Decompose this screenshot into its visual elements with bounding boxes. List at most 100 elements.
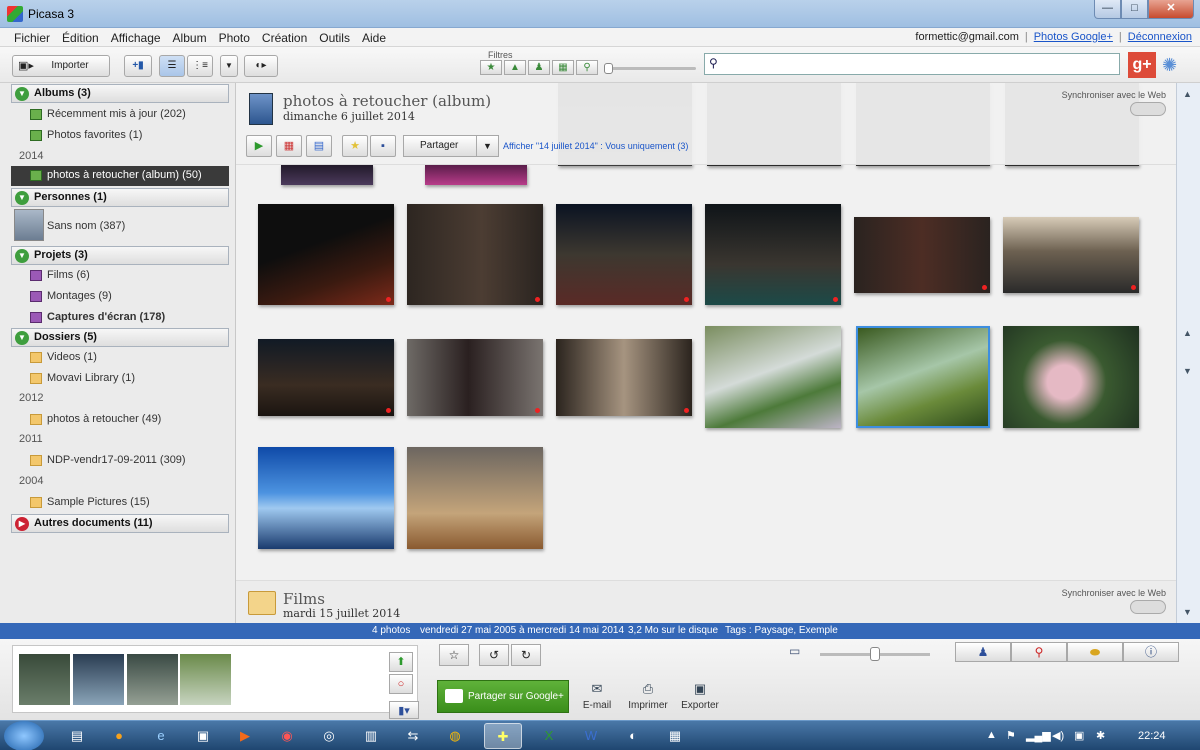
scroll-down-icon[interactable]: ▼ <box>1183 366 1192 376</box>
photos-google-link[interactable]: Photos Google+ <box>1034 31 1113 43</box>
projects-section-header[interactable]: ▼ Projets (3) <box>11 246 229 265</box>
albums-section-header[interactable]: ▼ Albums (3) <box>11 84 229 103</box>
star-button[interactable]: ☆ <box>439 644 469 666</box>
upload-filter-icon[interactable]: ▲ <box>504 60 526 75</box>
photo-thumbnail[interactable] <box>556 204 692 305</box>
movie-button[interactable]: ▤ <box>306 135 332 157</box>
tags-panel-button[interactable]: ⬬ <box>1067 642 1123 662</box>
slider-knob[interactable] <box>604 63 613 74</box>
app-taskbar-icon[interactable]: ◉ <box>268 723 306 749</box>
star-button[interactable]: ★ <box>342 135 368 157</box>
sidebar-item-films[interactable]: Films (6) <box>30 269 90 281</box>
photo-thumbnail[interactable] <box>258 204 394 305</box>
scroll-up-icon[interactable]: ▲ <box>1183 89 1192 99</box>
rotate-right-button[interactable]: ↻ <box>511 644 541 666</box>
menu-item-7[interactable]: Aide <box>356 31 392 45</box>
excel-taskbar-icon[interactable]: X <box>530 723 568 749</box>
sidebar-item-selected-album[interactable]: photos à retoucher (album) (50) <box>11 166 229 186</box>
tray-thumbnail[interactable] <box>19 654 70 705</box>
app-taskbar-icon[interactable]: ▣ <box>184 723 222 749</box>
collage-button[interactable]: ▦ <box>276 135 302 157</box>
photo-thumbnail[interactable] <box>258 447 394 549</box>
photo-thumbnail[interactable] <box>258 339 394 416</box>
menu-item-2[interactable]: Affichage <box>105 31 167 45</box>
people-section-header[interactable]: ▼ Personnes (1) <box>11 188 229 207</box>
picasa-taskbar-icon[interactable]: ✚ <box>484 723 522 749</box>
album-title[interactable]: photos à retoucher (album) <box>283 92 491 110</box>
explorer-taskbar-icon[interactable]: ▤ <box>58 723 96 749</box>
menu-item-5[interactable]: Création <box>256 31 313 45</box>
photo-thumbnail-selected[interactable] <box>856 326 990 428</box>
start-button[interactable] <box>4 721 44 750</box>
sidebar-item-photos-retoucher[interactable]: photos à retoucher (49) <box>30 413 161 425</box>
menu-item-3[interactable]: Album <box>167 31 213 45</box>
maximize-button[interactable]: □ <box>1121 0 1148 19</box>
rotate-left-button[interactable]: ↺ <box>479 644 509 666</box>
sidebar-item-videos[interactable]: Videos (1) <box>30 351 97 363</box>
people-filter-icon[interactable]: ♟ <box>528 60 550 75</box>
email-button[interactable]: ✉ E-mail <box>572 681 622 711</box>
scroll-down-icon[interactable]: ▼ <box>1183 607 1192 617</box>
add-to-album-button[interactable]: +▮ <box>124 55 152 77</box>
google-plus-icon[interactable]: g+ <box>1128 52 1156 78</box>
people-panel-button[interactable]: ♟ <box>955 642 1011 662</box>
thumbnail-size-slider[interactable] <box>820 647 930 661</box>
main-scrollbar[interactable]: ▲ ▲ ▼ ▼ <box>1176 83 1200 623</box>
tray-thumbnail[interactable] <box>180 654 231 705</box>
photo-thumbnail[interactable] <box>407 447 543 549</box>
media-taskbar-icon[interactable]: ▶ <box>226 723 264 749</box>
menu-item-1[interactable]: Édition <box>56 31 105 45</box>
places-panel-button[interactable]: ⚲ <box>1011 642 1067 662</box>
ie-taskbar-icon[interactable]: e <box>142 723 180 749</box>
app-taskbar-icon[interactable]: ⇆ <box>394 723 432 749</box>
video-filter-icon[interactable]: ▦ <box>552 60 574 75</box>
sidebar-item-sans-nom[interactable]: Sans nom (387) <box>30 220 125 232</box>
sidebar-item-sample-pictures[interactable]: Sample Pictures (15) <box>30 496 150 508</box>
sidebar-item-captures[interactable]: Captures d'écran (178) <box>30 311 165 323</box>
slider-knob[interactable] <box>870 647 880 661</box>
photo-thumbnail[interactable] <box>556 339 692 416</box>
taskbar-clock[interactable]: 22:24 <box>1138 730 1166 742</box>
photo-thumbnail[interactable] <box>281 165 373 185</box>
hold-button[interactable]: ⬆ <box>389 652 413 672</box>
app-taskbar-icon[interactable]: ▥ <box>352 723 390 749</box>
menu-item-0[interactable]: Fichier <box>8 31 56 45</box>
show-hidden-icons-icon[interactable]: ▲ <box>986 729 997 741</box>
scroll-up-icon[interactable]: ▲ <box>1183 328 1192 338</box>
photo-thumbnail[interactable] <box>705 326 841 428</box>
sync-toggle[interactable] <box>1130 102 1166 116</box>
app-taskbar-icon[interactable]: ▦ <box>656 723 694 749</box>
slideshow-button[interactable]: ▶ <box>246 135 272 157</box>
save-button[interactable]: ▪ <box>370 135 396 157</box>
list-view-button[interactable]: ☰ <box>159 55 185 77</box>
view-dropdown-button[interactable]: ▼ <box>220 55 238 77</box>
logout-link[interactable]: Déconnexion <box>1128 31 1192 43</box>
app-taskbar-icon[interactable]: ◎ <box>310 723 348 749</box>
device-icon[interactable]: ▣ <box>1074 729 1084 742</box>
sidebar-item-movavi[interactable]: Movavi Library (1) <box>30 372 135 384</box>
info-panel-button[interactable]: ⓘ <box>1123 642 1179 662</box>
photo-thumbnail[interactable] <box>854 217 990 293</box>
flag-icon[interactable]: ⚑ <box>1006 729 1016 742</box>
photo-thumbnail[interactable] <box>705 204 841 305</box>
bluetooth-icon[interactable]: ✱ <box>1096 729 1105 742</box>
search-input[interactable] <box>725 56 1115 72</box>
menu-item-4[interactable]: Photo <box>213 31 256 45</box>
chrome-taskbar-icon[interactable]: ◍ <box>436 723 474 749</box>
films-title[interactable]: Films <box>283 590 325 608</box>
date-filter-slider[interactable] <box>604 63 696 74</box>
photo-thumbnail[interactable] <box>407 339 543 416</box>
sync-toggle[interactable] <box>1130 600 1166 614</box>
export-button[interactable]: ▣ Exporter <box>675 681 725 711</box>
clear-button[interactable]: ○ <box>389 674 413 694</box>
others-section-header[interactable]: ▶ Autres documents (11) <box>11 514 229 533</box>
sidebar-item-favorites[interactable]: Photos favorites (1) <box>30 129 142 141</box>
menu-item-6[interactable]: Outils <box>313 31 356 45</box>
star-filter-icon[interactable]: ★ <box>480 60 502 75</box>
sidebar-item-recent[interactable]: Récemment mis à jour (202) <box>30 108 186 120</box>
share-button[interactable]: Partager ▼ <box>403 135 499 157</box>
network-icon[interactable]: ▂▄▆ <box>1026 729 1051 742</box>
close-button[interactable]: ✕ <box>1148 0 1194 19</box>
photo-thumbnail[interactable] <box>425 165 527 185</box>
tray-thumbnail[interactable] <box>73 654 124 705</box>
